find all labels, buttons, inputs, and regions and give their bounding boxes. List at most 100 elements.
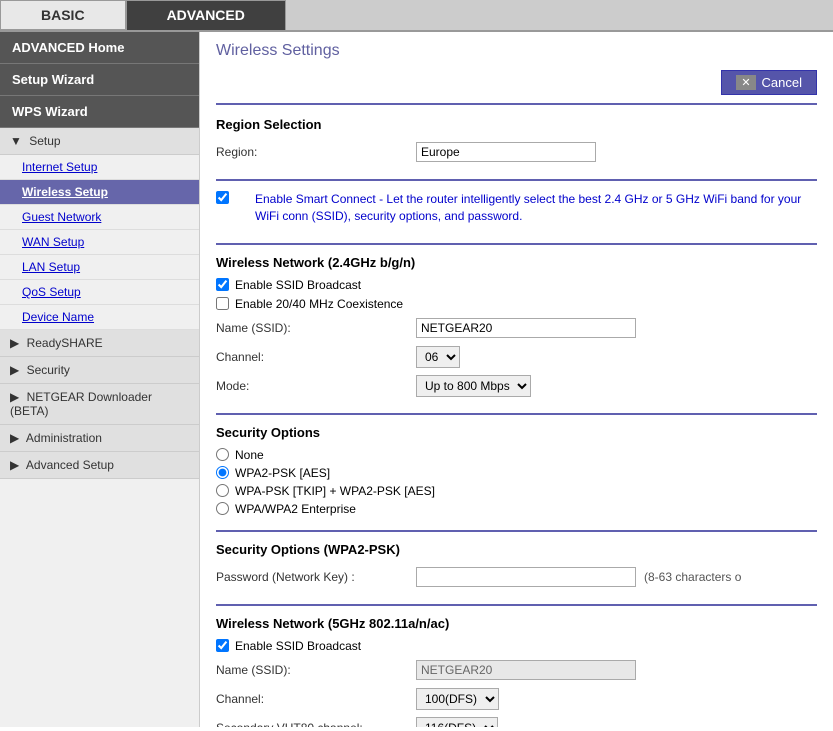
arrow-icon-readyshare: ▶ (10, 336, 19, 350)
ssid-24-label: Name (SSID): (216, 321, 416, 335)
secondary-vht80-row: Secondary VHT80 channel: 116(DFS) (216, 716, 817, 727)
enable-2040-label: Enable 20/40 MHz Coexistence (235, 297, 403, 311)
enable-ssid-5g-row: Enable SSID Broadcast (216, 639, 817, 653)
radio-wpa2-label: WPA2-PSK [AES] (235, 466, 330, 480)
wpa2-section-title: Security Options (WPA2-PSK) (216, 542, 817, 557)
radio-enterprise-label: WPA/WPA2 Enterprise (235, 502, 356, 516)
sidebar-item-setup-wizard[interactable]: Setup Wizard (0, 64, 199, 96)
channel-5g-label: Channel: (216, 692, 416, 706)
password-hint: (8-63 characters o (644, 570, 741, 584)
page-title: Wireless Settings (216, 42, 817, 60)
secondary-vht80-select[interactable]: 116(DFS) (416, 717, 498, 727)
sidebar: ADVANCED Home Setup Wizard WPS Wizard ▼ … (0, 32, 200, 727)
sidebar-section-readyshare[interactable]: ▶ ReadySHARE (0, 330, 199, 357)
radio-enterprise-row: WPA/WPA2 Enterprise (216, 502, 817, 516)
ssid-5g-value (416, 660, 817, 680)
wireless-24-title: Wireless Network (2.4GHz b/g/n) (216, 255, 817, 270)
enable-ssid-24-row: Enable SSID Broadcast (216, 278, 817, 292)
channel-5g-row: Channel: 100(DFS) (216, 687, 817, 711)
radio-none[interactable] (216, 448, 229, 461)
arrow-icon-advsetup: ▶ (10, 458, 19, 472)
mode-24-value: Up to 800 Mbps (416, 375, 817, 397)
tab-basic[interactable]: BASIC (0, 0, 126, 30)
sidebar-link-lan-setup[interactable]: LAN Setup (0, 255, 199, 280)
channel-24-label: Channel: (216, 350, 416, 364)
security-options-section: Security Options None WPA2-PSK [AES] WPA… (216, 425, 817, 532)
mode-24-label: Mode: (216, 379, 416, 393)
enable-2040-checkbox[interactable] (216, 297, 229, 310)
sidebar-section-security[interactable]: ▶ Security (0, 357, 199, 384)
ssid-5g-input[interactable] (416, 660, 636, 680)
sidebar-link-wan-setup[interactable]: WAN Setup (0, 230, 199, 255)
action-bar: ✕ Cancel (216, 70, 817, 105)
enable-ssid-24-checkbox[interactable] (216, 278, 229, 291)
secondary-vht80-value: 116(DFS) (416, 717, 817, 727)
cancel-button[interactable]: ✕ Cancel (721, 70, 817, 95)
enable-2040-row: Enable 20/40 MHz Coexistence (216, 297, 817, 311)
sidebar-item-wps-wizard[interactable]: WPS Wizard (0, 96, 199, 128)
radio-enterprise[interactable] (216, 502, 229, 515)
radio-wpa2-psk[interactable] (216, 466, 229, 479)
region-label: Region: (216, 145, 416, 159)
ssid-24-value (416, 318, 817, 338)
radio-wpa2-row: WPA2-PSK [AES] (216, 466, 817, 480)
sidebar-section-setup[interactable]: ▼ Setup (0, 128, 199, 155)
main-layout: ADVANCED Home Setup Wizard WPS Wizard ▼ … (0, 32, 833, 727)
wireless-24-section: Wireless Network (2.4GHz b/g/n) Enable S… (216, 255, 817, 415)
arrow-icon-security: ▶ (10, 363, 19, 377)
ssid-5g-row: Name (SSID): (216, 658, 817, 682)
content-area: Wireless Settings ✕ Cancel Region Select… (200, 32, 833, 727)
password-row: Password (Network Key) : (8-63 character… (216, 565, 817, 589)
sidebar-link-wireless-setup[interactable]: Wireless Setup (0, 180, 199, 205)
ssid-5g-label: Name (SSID): (216, 663, 416, 677)
smart-connect-row: Enable Smart Connect - Let the router in… (216, 191, 817, 225)
radio-wpa-wpa2[interactable] (216, 484, 229, 497)
region-section-title: Region Selection (216, 117, 817, 132)
arrow-icon-admin: ▶ (10, 431, 19, 445)
top-tabs: BASIC ADVANCED (0, 0, 833, 32)
smart-connect-text: Enable Smart Connect - Let the router in… (255, 191, 817, 225)
ssid-24-input[interactable] (416, 318, 636, 338)
channel-24-value: 06 (416, 346, 817, 368)
radio-wpa-wpa2-row: WPA-PSK [TKIP] + WPA2-PSK [AES] (216, 484, 817, 498)
enable-ssid-5g-label: Enable SSID Broadcast (235, 639, 361, 653)
region-row: Region: (216, 140, 817, 164)
sidebar-link-internet-setup[interactable]: Internet Setup (0, 155, 199, 180)
smart-connect-section: Enable Smart Connect - Let the router in… (216, 191, 817, 245)
sidebar-section-administration[interactable]: ▶ Administration (0, 425, 199, 452)
region-value (416, 142, 817, 162)
sidebar-item-advanced-home[interactable]: ADVANCED Home (0, 32, 199, 64)
radio-none-row: None (216, 448, 817, 462)
mode-24-row: Mode: Up to 800 Mbps (216, 374, 817, 398)
password-value: (8-63 characters o (416, 567, 817, 587)
wireless-5g-title: Wireless Network (5GHz 802.11a/n/ac) (216, 616, 817, 631)
region-section: Region Selection Region: (216, 117, 817, 181)
cancel-x-icon: ✕ (736, 75, 755, 90)
sidebar-section-advanced-setup[interactable]: ▶ Advanced Setup (0, 452, 199, 479)
wireless-5g-section: Wireless Network (5GHz 802.11a/n/ac) Ena… (216, 616, 817, 727)
tab-advanced[interactable]: ADVANCED (126, 0, 286, 30)
sidebar-link-device-name[interactable]: Device Name (0, 305, 199, 330)
sidebar-section-netgear-downloader[interactable]: ▶ NETGEAR Downloader (BETA) (0, 384, 199, 425)
smart-connect-checkbox[interactable] (216, 191, 229, 204)
arrow-icon: ▼ (10, 134, 22, 148)
channel-24-select[interactable]: 06 (416, 346, 460, 368)
ssid-24-row: Name (SSID): (216, 316, 817, 340)
mode-24-select[interactable]: Up to 800 Mbps (416, 375, 531, 397)
password-label: Password (Network Key) : (216, 570, 416, 584)
region-input[interactable] (416, 142, 596, 162)
channel-24-row: Channel: 06 (216, 345, 817, 369)
security-options-title: Security Options (216, 425, 817, 440)
sidebar-link-guest-network[interactable]: Guest Network (0, 205, 199, 230)
password-input[interactable] (416, 567, 636, 587)
channel-5g-select[interactable]: 100(DFS) (416, 688, 499, 710)
sidebar-link-qos-setup[interactable]: QoS Setup (0, 280, 199, 305)
radio-wpa-wpa2-label: WPA-PSK [TKIP] + WPA2-PSK [AES] (235, 484, 435, 498)
enable-ssid-24-label: Enable SSID Broadcast (235, 278, 361, 292)
enable-ssid-5g-checkbox[interactable] (216, 639, 229, 652)
arrow-icon-netgear: ▶ (10, 390, 19, 404)
radio-none-label: None (235, 448, 264, 462)
channel-5g-value: 100(DFS) (416, 688, 817, 710)
secondary-vht80-label: Secondary VHT80 channel: (216, 721, 416, 727)
wpa2-section: Security Options (WPA2-PSK) Password (Ne… (216, 542, 817, 606)
